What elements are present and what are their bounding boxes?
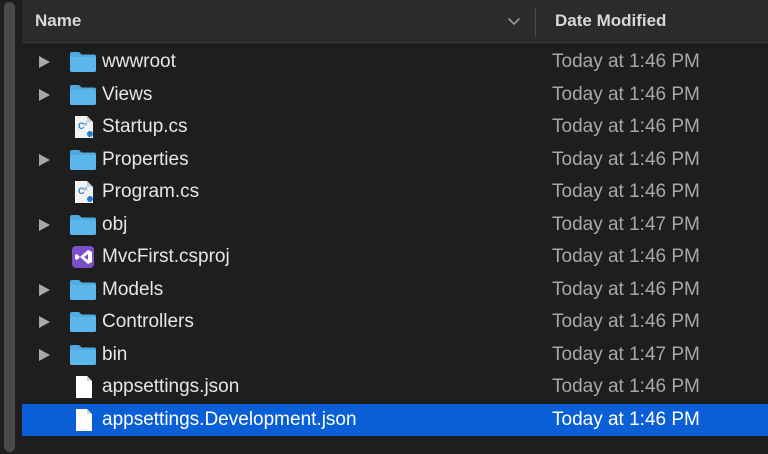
document-icon <box>69 408 97 431</box>
file-date-modified: Today at 1:47 PM <box>552 213 700 235</box>
folder-icon <box>69 149 97 171</box>
file-name: MvcFirst.csproj <box>102 246 230 267</box>
disclosure-triangle-icon[interactable] <box>38 55 51 69</box>
file-row[interactable]: Views Today at 1:46 PM <box>22 79 768 112</box>
csharp-file-icon: C # <box>69 116 97 138</box>
file-name: appsettings.Development.json <box>102 408 357 430</box>
file-date-modified: Today at 1:47 PM <box>552 343 700 365</box>
file-row[interactable]: Models Today at 1:46 PM <box>22 274 768 307</box>
file-name: wwwroot <box>102 51 176 72</box>
document-icon <box>69 376 97 398</box>
file-date-modified: Today at 1:46 PM <box>552 376 700 397</box>
file-row[interactable]: C # Program.cs Today at 1:46 PM <box>22 176 768 209</box>
finder-list-view: Name Date Modified wwwroot Today at 1:46 … <box>0 0 768 454</box>
file-name: Models <box>102 278 164 300</box>
file-name: Properties <box>102 148 189 170</box>
file-date-modified: Today at 1:46 PM <box>552 116 700 137</box>
file-date-modified: Today at 1:46 PM <box>552 278 700 300</box>
disclosure-triangle-icon[interactable] <box>38 88 51 102</box>
column-divider[interactable] <box>535 8 536 36</box>
file-name: Views <box>102 83 153 105</box>
date-modified-column-header[interactable]: Date Modified <box>555 0 666 42</box>
folder-icon <box>69 279 97 301</box>
folder-icon <box>69 311 97 333</box>
scrollbar[interactable] <box>0 0 22 454</box>
file-row[interactable]: Controllers Today at 1:46 PM <box>22 306 768 339</box>
file-date-modified: Today at 1:46 PM <box>552 148 700 170</box>
disclosure-triangle-icon[interactable] <box>38 283 51 297</box>
file-row[interactable]: wwwroot Today at 1:46 PM <box>22 46 768 79</box>
file-list: wwwroot Today at 1:46 PM Views Today at 1:4… <box>22 46 768 436</box>
file-name: Startup.cs <box>102 116 188 137</box>
folder-icon <box>69 84 97 106</box>
file-row[interactable]: appsettings.Development.json Today at 1:4… <box>22 403 768 436</box>
file-name: bin <box>102 343 128 365</box>
disclosure-triangle-icon[interactable] <box>38 153 51 167</box>
csharp-file-icon: C # <box>69 181 97 203</box>
file-date-modified: Today at 1:46 PM <box>552 408 700 430</box>
disclosure-triangle-icon[interactable] <box>38 348 51 362</box>
column-header: Name Date Modified <box>22 0 768 43</box>
file-row[interactable]: C # Startup.cs Today at 1:46 PM <box>22 111 768 144</box>
file-row[interactable]: obj Today at 1:47 PM <box>22 209 768 242</box>
file-row[interactable]: appsettings.json Today at 1:46 PM <box>22 371 768 404</box>
file-name: obj <box>102 213 128 235</box>
scrollbar-thumb[interactable] <box>4 2 15 452</box>
file-name: Controllers <box>102 311 194 332</box>
disclosure-triangle-icon[interactable] <box>38 315 51 329</box>
folder-icon <box>69 51 97 73</box>
file-date-modified: Today at 1:46 PM <box>552 311 700 332</box>
file-name: Program.cs <box>102 181 200 202</box>
file-row[interactable]: bin Today at 1:47 PM <box>22 339 768 372</box>
file-date-modified: Today at 1:46 PM <box>552 51 700 72</box>
file-date-modified: Today at 1:46 PM <box>552 246 700 267</box>
file-name: appsettings.json <box>102 376 240 397</box>
chevron-down-icon[interactable] <box>506 13 522 29</box>
file-date-modified: Today at 1:46 PM <box>552 181 700 202</box>
file-date-modified: Today at 1:46 PM <box>552 83 700 105</box>
disclosure-triangle-icon[interactable] <box>38 218 51 232</box>
folder-icon <box>69 214 97 236</box>
file-row[interactable]: MvcFirst.csproj Today at 1:46 PM <box>22 241 768 274</box>
name-column-header[interactable]: Name <box>35 0 81 42</box>
file-row[interactable]: Properties Today at 1:46 PM <box>22 144 768 177</box>
folder-icon <box>69 344 97 366</box>
visual-studio-project-icon <box>69 246 97 268</box>
